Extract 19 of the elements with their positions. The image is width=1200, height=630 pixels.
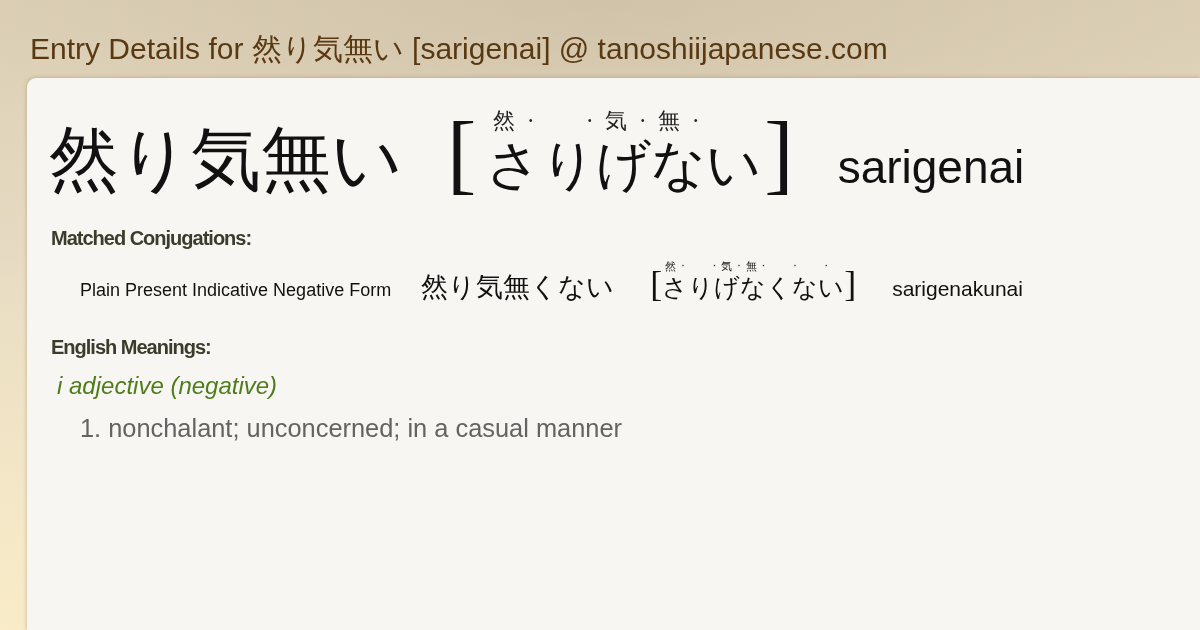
close-bracket: ] — [844, 265, 857, 303]
open-bracket: [ — [447, 109, 477, 199]
sense-number: 1. — [80, 413, 102, 443]
close-bracket: ] — [764, 109, 794, 199]
conjugated-romaji: sarigenakunai — [892, 277, 1023, 301]
conjugation-form-label: Plain Present Indicative Negative Form — [80, 280, 392, 301]
conjugated-word: 然り気無くない — [421, 270, 615, 304]
kana-reading: さりげなくない — [662, 273, 845, 303]
romaji: sarigenai — [837, 140, 1025, 194]
meaning-text: nonchalant; unconcerned; in a casual manner — [108, 413, 622, 443]
open-bracket: [ — [650, 265, 663, 303]
page-title: Entry Details for 然り気無い [sarigenai] @ tanoshiijapanese.com — [30, 32, 889, 65]
part-of-speech: i adjective (negative) — [57, 371, 279, 401]
section-heading: English Meanings: — [51, 335, 212, 359]
kana-reading: さりげない — [486, 134, 762, 196]
section-heading: Matched Conjugations: — [51, 226, 253, 250]
kanji-annotation: 然· ·気·無· — [492, 108, 713, 134]
kanji-annotation: 然· ·気·無· · · — [664, 260, 835, 273]
headword: 然り気無い — [49, 119, 403, 199]
